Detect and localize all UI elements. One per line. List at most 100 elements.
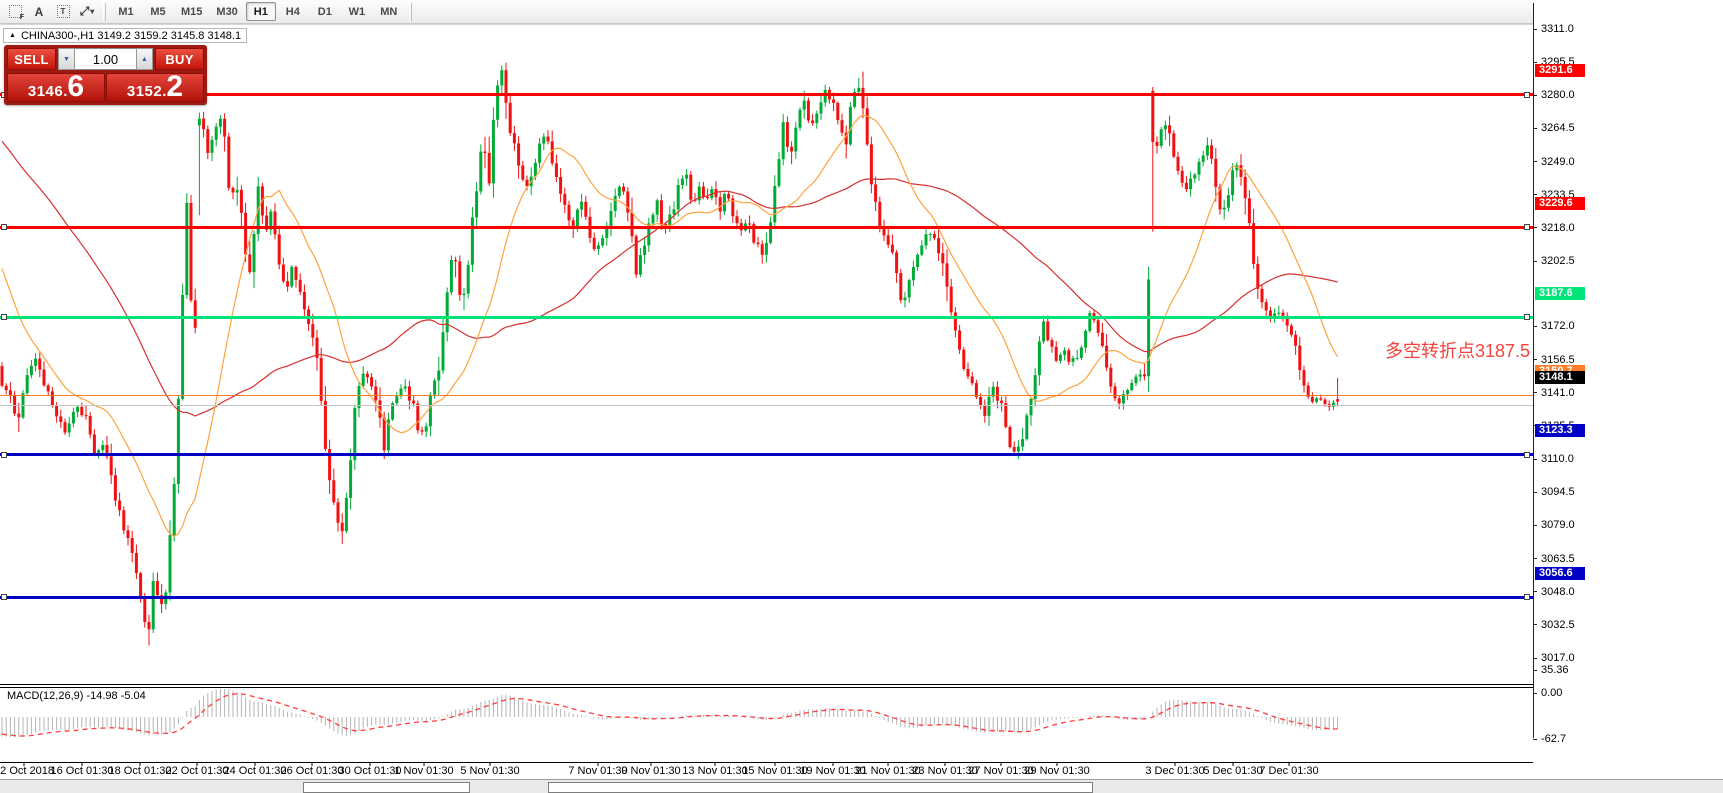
support-line-2[interactable]: [0, 596, 1533, 599]
candle: [332, 468, 335, 505]
candle: [1294, 330, 1297, 354]
sell-button[interactable]: SELL: [7, 48, 56, 70]
candle: [622, 183, 625, 195]
candle: [194, 289, 197, 334]
candle: [1059, 353, 1062, 364]
timeframe-button-h4[interactable]: H4: [278, 2, 308, 21]
candle: [685, 169, 688, 186]
pivot-line-handle[interactable]: [1, 314, 7, 320]
candle: [757, 237, 760, 248]
bottom-panel-tab[interactable]: [548, 782, 1093, 793]
candle: [1198, 158, 1201, 181]
volume-decrease-button[interactable]: ▼: [58, 48, 75, 70]
candle: [904, 292, 907, 308]
candle: [1038, 336, 1041, 385]
top-toolbar: FAT⤢▾ M1M5M15M30H1H4D1W1MN: [0, 0, 1723, 24]
candle: [1072, 356, 1075, 367]
resistance-line-2[interactable]: [0, 226, 1533, 229]
resistance-line-2-handle[interactable]: [1524, 224, 1530, 230]
candle: [1126, 389, 1129, 401]
pivot-line[interactable]: [0, 316, 1533, 319]
candle: [219, 115, 222, 134]
pivot-line-price-label: 3187.6: [1535, 287, 1585, 300]
candle: [475, 182, 478, 228]
candle: [1013, 441, 1016, 453]
insert-text-icon[interactable]: A: [27, 2, 51, 22]
candle: [845, 125, 848, 158]
candle: [1303, 366, 1306, 393]
timeframe-button-m5[interactable]: M5: [143, 2, 173, 21]
candle: [135, 544, 138, 579]
candle: [47, 383, 50, 395]
toolbar-separator: [409, 3, 412, 21]
time-axis-label: 7 Dec 01:30: [1244, 765, 1334, 777]
candle: [916, 253, 919, 271]
candle: [849, 102, 852, 146]
candle: [521, 161, 524, 182]
resistance-line-1[interactable]: [0, 93, 1533, 96]
candle: [232, 186, 235, 199]
text-label-icon[interactable]: T: [51, 2, 75, 22]
support-line-1-handle[interactable]: [1, 452, 7, 458]
candle: [185, 193, 188, 299]
collapse-ohlc-icon[interactable]: ▲: [9, 32, 16, 39]
candle: [1265, 299, 1268, 317]
timeframe-button-w1[interactable]: W1: [342, 2, 372, 21]
resistance-line-1-handle[interactable]: [1524, 92, 1530, 98]
candle: [580, 194, 583, 218]
bottom-panel-strip: [0, 779, 1723, 793]
price-axis-tick: 3202.5: [1533, 255, 1575, 267]
candle: [320, 348, 323, 405]
candle: [1030, 397, 1033, 426]
timeframe-button-h1[interactable]: H1: [246, 2, 276, 21]
candle: [43, 361, 46, 387]
candle: [421, 427, 424, 436]
candle: [64, 419, 67, 435]
candle: [962, 347, 965, 371]
bid-price-button[interactable]: 3146.6: [7, 73, 105, 102]
volume-input[interactable]: [75, 48, 136, 70]
ask-price-main: 3152: [127, 83, 162, 100]
support-line-1[interactable]: [0, 453, 1533, 456]
candle: [786, 116, 789, 152]
candle: [299, 273, 302, 295]
candle: [76, 405, 79, 417]
volume-increase-button[interactable]: ▲: [136, 48, 153, 70]
draw-arrows-icon[interactable]: ⤢▾: [75, 2, 99, 22]
support-line-1-handle[interactable]: [1524, 452, 1530, 458]
ask-price-button[interactable]: 3152.2: [106, 73, 204, 102]
candle: [799, 107, 802, 130]
candle: [274, 203, 277, 239]
support-line-2-handle[interactable]: [1, 594, 7, 600]
candle: [110, 444, 113, 484]
bottom-panel-tab[interactable]: [303, 782, 470, 793]
candle: [555, 155, 558, 182]
price-axis[interactable]: 3311.03295.53280.03264.53249.03233.53218…: [1533, 0, 1723, 769]
buy-button[interactable]: BUY: [155, 48, 204, 70]
timeframe-button-m15[interactable]: M15: [175, 2, 208, 21]
macd-pane-border[interactable]: [0, 684, 1723, 685]
chart-annotation-text[interactable]: 多空转折点3187.5: [1385, 337, 1530, 363]
timeframe-button-m30[interactable]: M30: [210, 2, 243, 21]
candle: [1248, 190, 1251, 227]
candle: [887, 226, 890, 248]
orange-level-line[interactable]: [0, 395, 1533, 396]
timeframe-button-m1[interactable]: M1: [111, 2, 141, 21]
chart-base-f-icon[interactable]: F: [3, 2, 27, 22]
timeframe-button-d1[interactable]: D1: [310, 2, 340, 21]
candle: [857, 78, 860, 93]
support-line-2-handle[interactable]: [1524, 594, 1530, 600]
resistance-line-2-handle[interactable]: [1, 224, 7, 230]
candle: [874, 177, 877, 211]
candle: [765, 232, 768, 262]
pivot-line-handle[interactable]: [1524, 314, 1530, 320]
support-line-2-price-label: 3056.6: [1535, 567, 1585, 580]
candle: [551, 130, 554, 165]
timeframe-button-mn[interactable]: MN: [374, 2, 404, 21]
candle: [1172, 130, 1175, 158]
candle: [891, 234, 894, 254]
macd-pane-border[interactable]: [0, 687, 1723, 688]
candle: [1114, 383, 1117, 401]
candle: [1261, 284, 1264, 308]
candle: [538, 138, 541, 169]
